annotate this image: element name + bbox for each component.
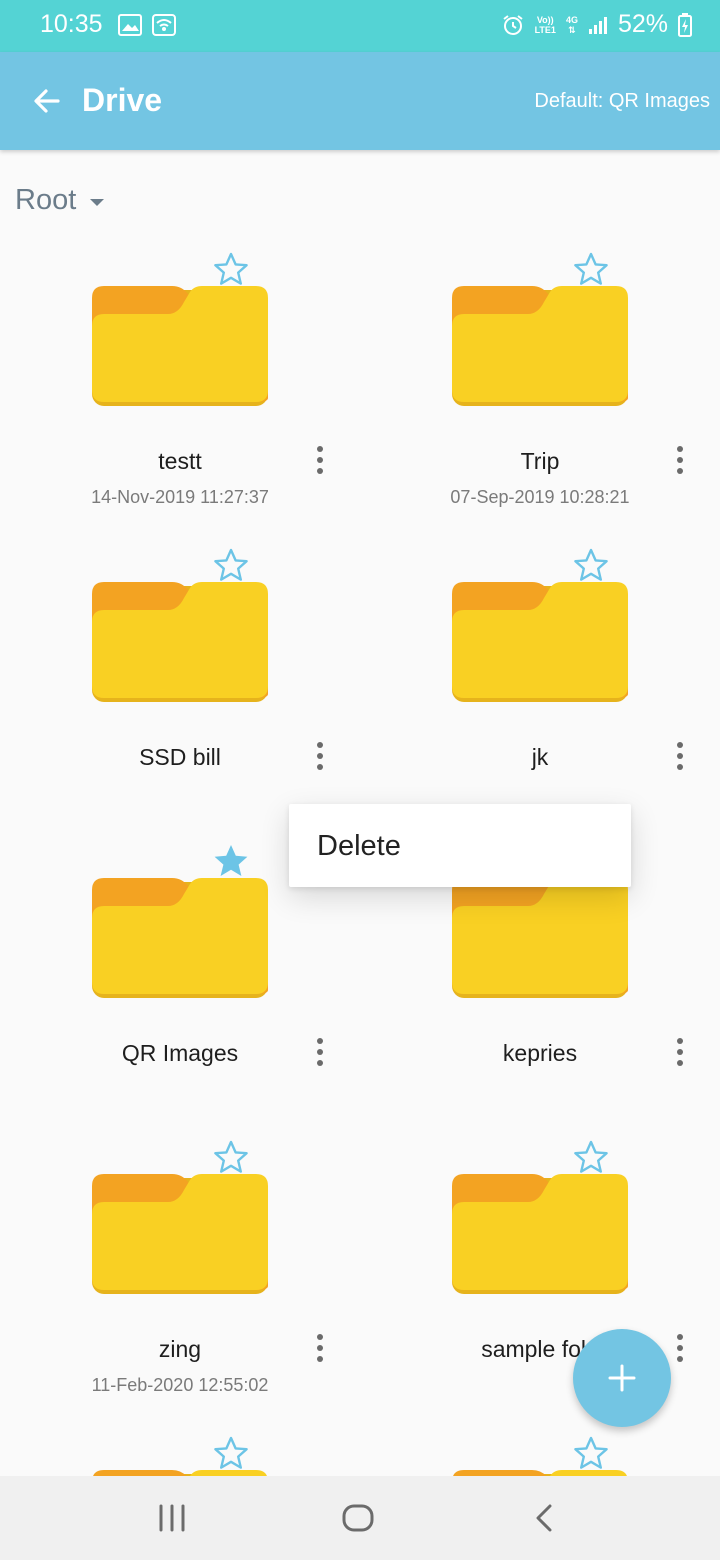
add-folder-button[interactable] [573,1329,671,1427]
folder-icon[interactable] [452,286,628,406]
star-outline-icon[interactable] [211,1434,251,1474]
volte-line1: Vo)) [536,14,554,25]
star-outline-icon[interactable] [571,1138,611,1178]
folder-icon[interactable] [92,1174,268,1294]
folder-date: 11-Feb-2020 12:55:02 [91,1375,269,1395]
wifi-box-icon [152,14,176,36]
status-left-icons [118,14,176,36]
root-dropdown[interactable]: Root [15,184,105,217]
breadcrumb-label: Root [15,184,77,216]
folder-icon[interactable] [92,582,268,702]
more-options-icon[interactable] [666,1328,694,1368]
folder-item[interactable]: SSD bill [0,540,360,836]
menu-item-delete[interactable]: Delete [289,804,631,887]
star-outline-icon[interactable] [571,1434,611,1474]
signal-icon [588,15,608,35]
folder-item[interactable]: testt 14-Nov-2019 11:27:37 [0,244,360,540]
more-options-icon[interactable] [306,736,334,776]
star-outline-icon[interactable] [571,250,611,290]
folder-icon[interactable] [452,878,628,998]
star-outline-icon[interactable] [211,546,251,586]
folder-icon[interactable] [452,1174,628,1294]
folder-item[interactable]: jk [360,540,720,836]
menu-item-label: Delete [317,830,401,862]
network-type: 4G [565,14,578,25]
folder-item[interactable] [0,1428,360,1476]
battery-percent: 52% [617,10,668,38]
star-outline-icon[interactable] [571,546,611,586]
star-outline-icon[interactable] [211,250,251,290]
default-folder-label[interactable]: Default: QR Images [534,90,710,113]
status-time: 10:35 [40,10,103,38]
network-type-icon: 4G ⇅ [565,14,578,35]
folder-date: 14-Nov-2019 11:27:37 [91,487,269,507]
caret-down-icon [90,198,105,206]
more-options-icon[interactable] [666,440,694,480]
gallery-icon [118,14,142,36]
status-right: Vo)) LTE1 4G ⇅ 52% [501,10,692,39]
volte-icon: Vo)) LTE1 [535,15,556,35]
back-arrow-icon[interactable] [30,84,64,118]
nav-back-icon[interactable] [528,1500,564,1536]
context-menu: Delete [289,804,631,887]
more-options-icon[interactable] [306,1328,334,1368]
alarm-icon [501,13,525,37]
star-filled-icon[interactable] [211,842,251,882]
more-options-icon[interactable] [306,1032,334,1072]
star-outline-icon[interactable] [211,1138,251,1178]
volte-line2: LTE1 [534,24,556,35]
folder-icon[interactable] [92,878,268,998]
home-icon[interactable] [340,1500,376,1536]
folder-item[interactable]: Trip 07-Sep-2019 10:28:21 [360,244,720,540]
folder-icon[interactable] [92,286,268,406]
folder-icon[interactable] [452,582,628,702]
more-options-icon[interactable] [666,736,694,776]
plus-icon [608,1364,636,1392]
battery-charging-icon [678,12,692,37]
folder-date: 07-Sep-2019 10:28:21 [450,487,630,507]
app-bar: Drive Default: QR Images [0,52,720,150]
page-title: Drive [82,82,163,118]
folder-item[interactable] [360,1428,720,1476]
folder-item[interactable]: zing 11-Feb-2020 12:55:02 [0,1132,360,1428]
more-options-icon[interactable] [306,440,334,480]
status-bar: 10:35 Vo)) LTE1 4G ⇅ 52% [0,0,720,52]
recent-apps-icon[interactable] [154,1500,190,1536]
system-nav-bar [0,1476,720,1560]
more-options-icon[interactable] [666,1032,694,1072]
